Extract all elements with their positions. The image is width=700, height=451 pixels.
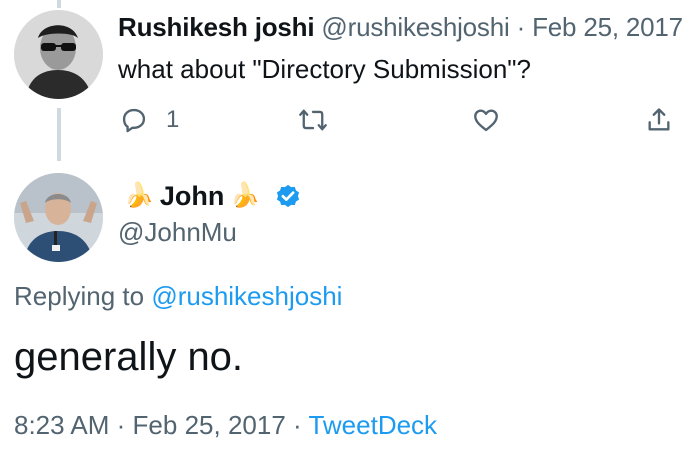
tweet-date[interactable]: Feb 25, 2017 [133,410,286,440]
author-name-row[interactable]: 🍌 John 🍌 [118,178,302,214]
author-handle[interactable]: @JohnMu [118,217,237,248]
banana-emoji-left: 🍌 [124,182,154,209]
share-icon [645,106,673,134]
like-button[interactable] [471,100,501,140]
replying-to-link[interactable]: @rushikeshjoshi [151,281,342,311]
meta-separator-1: · [116,410,126,440]
author-avatar[interactable] [14,173,103,262]
tweet-text: generally no. [14,335,244,379]
tweet-source-link[interactable]: TweetDeck [308,410,437,440]
reply-button[interactable]: 1 [120,100,179,140]
parent-header: Rushikesh joshi @rushikeshjoshi · Feb 25… [118,12,683,43]
replying-to: Replying to @rushikeshjoshi [14,281,342,312]
parent-author-name[interactable]: Rushikesh joshi [118,12,315,42]
parent-author-handle[interactable]: @rushikeshjoshi [321,12,509,42]
verified-badge-icon [274,182,302,210]
reply-count: 1 [166,106,180,133]
like-icon [471,106,501,134]
thread-line [57,108,61,161]
thread-line-top [57,0,61,8]
tweet-meta: 8:23 AM · Feb 25, 2017 · TweetDeck [14,410,437,441]
banana-emoji-right: 🍌 [230,182,261,209]
author-name[interactable]: John [160,181,225,212]
parent-separator: · [516,12,526,42]
tweet-time[interactable]: 8:23 AM [14,410,109,440]
parent-date[interactable]: Feb 25, 2017 [532,12,683,42]
parent-action-bar: 1 [0,100,700,140]
parent-tweet-text: what about "Directory Submission"? [118,54,531,84]
retweet-icon [298,106,328,134]
reply-icon [120,106,148,134]
replying-prefix: Replying to [14,281,145,311]
parent-avatar[interactable] [14,10,103,99]
retweet-button[interactable] [298,100,328,140]
meta-separator-2: · [293,410,302,440]
share-button[interactable] [645,100,673,140]
